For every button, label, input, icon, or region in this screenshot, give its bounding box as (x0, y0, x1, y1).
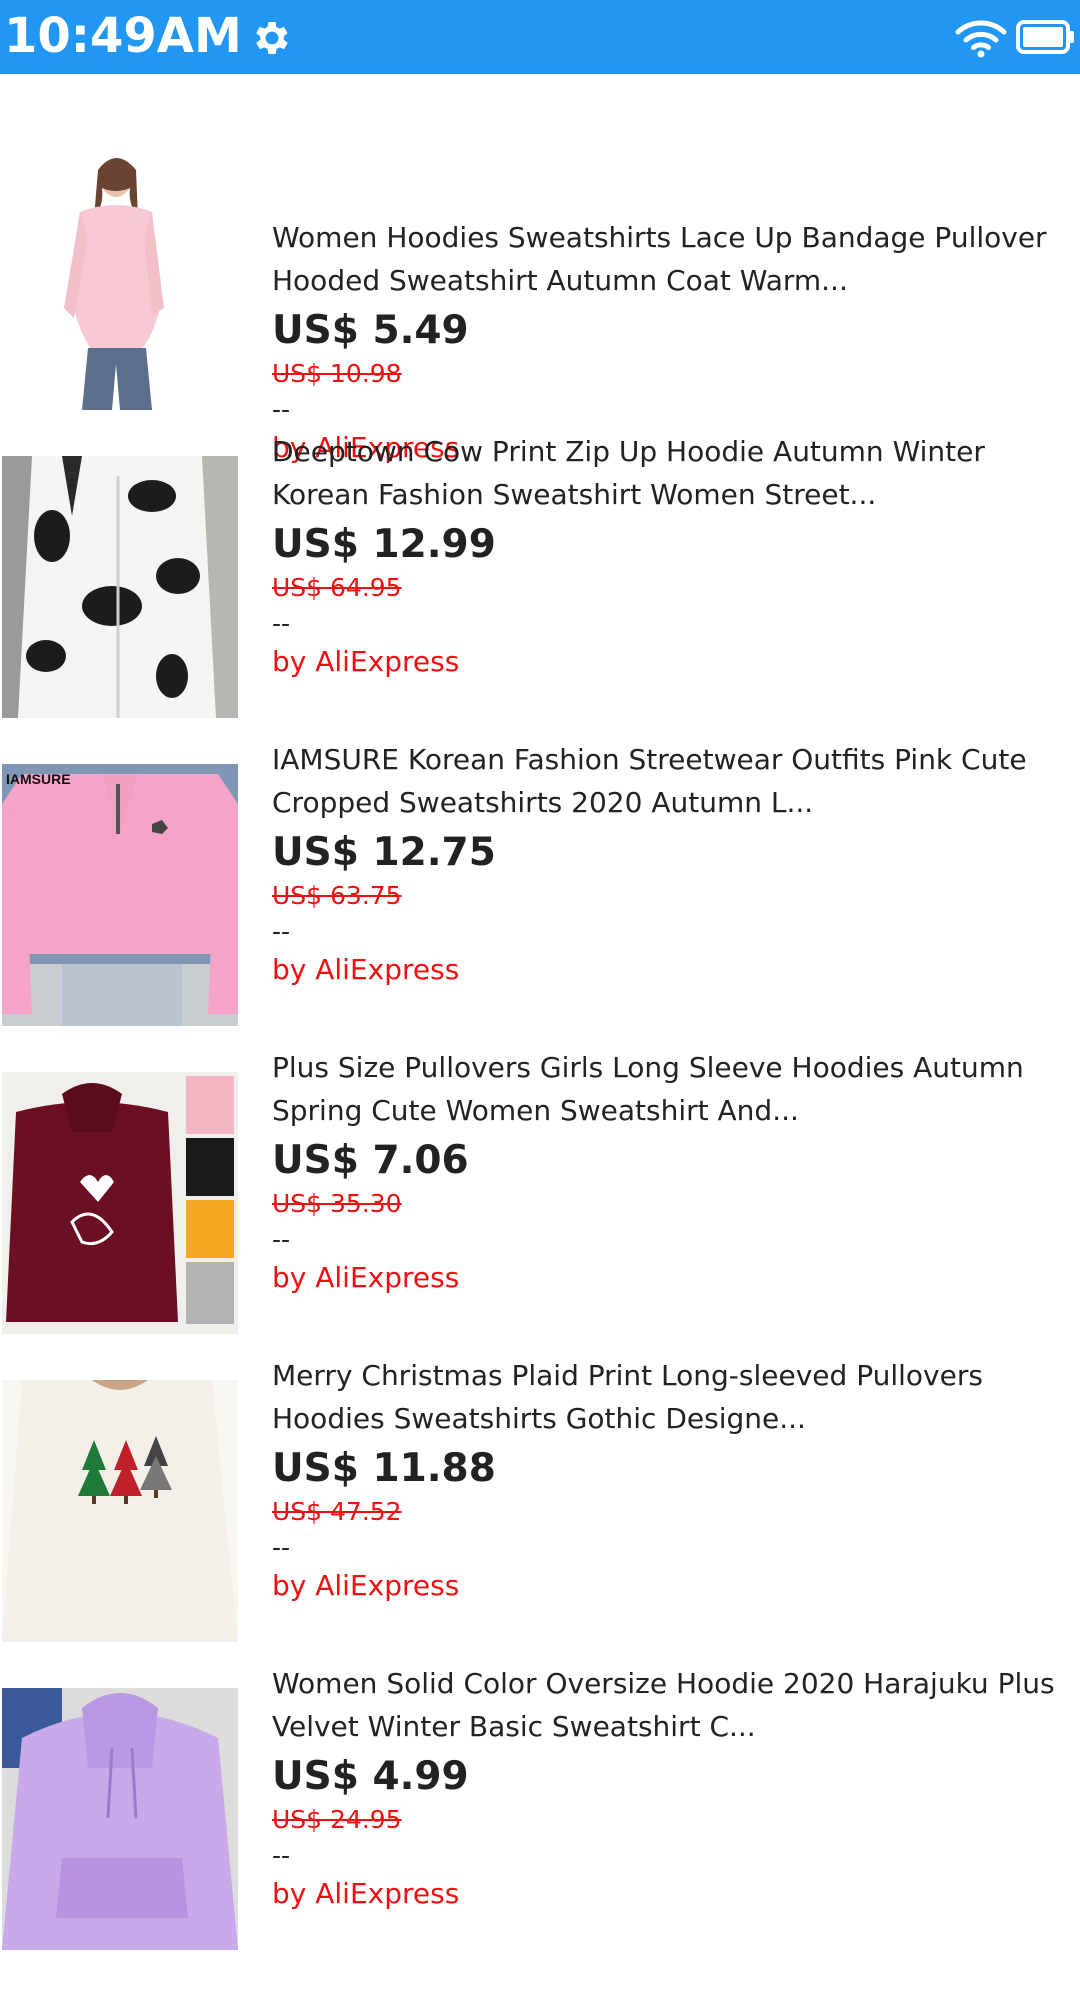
list-item[interactable]: Plus Size Pullovers Girls Long Sleeve Ho… (0, 1051, 1080, 1380)
product-rating: -- (272, 1225, 291, 1254)
product-image[interactable] (2, 1688, 238, 1950)
product-image[interactable] (2, 1380, 238, 1642)
product-original-price: US$ 35.30 (272, 1189, 402, 1218)
product-seller[interactable]: by AliExpress (272, 1568, 1078, 1604)
product-image[interactable] (2, 148, 238, 410)
product-image[interactable]: IAMSURE (2, 764, 238, 1026)
product-title[interactable]: IAMSURE Korean Fashion Streetwear Outfit… (272, 738, 1078, 824)
image-brand-text: IAMSURE (6, 771, 71, 787)
product-title[interactable]: Women Hoodies Sweatshirts Lace Up Bandag… (272, 216, 1078, 302)
product-rating: -- (272, 1533, 291, 1562)
pink-hoodie-photo (2, 148, 238, 410)
list-item[interactable]: Deeptown Cow Print Zip Up Hoodie Autumn … (0, 435, 1080, 764)
product-seller[interactable]: by AliExpress (272, 1876, 1078, 1912)
product-price: US$ 12.99 (272, 522, 496, 567)
burgundy-hoodie-photo (2, 1072, 238, 1334)
product-original-price: US$ 24.95 (272, 1805, 402, 1834)
product-image[interactable] (2, 456, 238, 718)
gear-icon (256, 22, 288, 54)
wifi-icon (955, 20, 1007, 58)
list-item[interactable]: IAMSURE IAMSURE Korean Fashion Streetwea… (0, 743, 1080, 1072)
status-time: 10:49AM (4, 8, 242, 64)
status-bar: 10:49AM (0, 0, 1080, 74)
product-original-price: US$ 64.95 (272, 573, 402, 602)
purple-hoodie-photo (2, 1688, 238, 1950)
pink-cropped-sweatshirt-photo: IAMSURE (2, 764, 238, 1026)
christmas-tree-sweatshirt-photo (2, 1380, 238, 1642)
product-rating: -- (272, 1841, 291, 1870)
product-price: US$ 12.75 (272, 830, 496, 875)
product-seller[interactable]: by AliExpress (272, 644, 1078, 680)
list-item[interactable]: Women Solid Color Oversize Hoodie 2020 H… (0, 1667, 1080, 1996)
list-item[interactable]: Women Hoodies Sweatshirts Lace Up Bandag… (0, 148, 1080, 464)
product-rating: -- (272, 609, 291, 638)
list-item[interactable]: Merry Christmas Plaid Print Long-sleeved… (0, 1359, 1080, 1688)
product-rating: -- (272, 917, 291, 946)
product-price: US$ 5.49 (272, 308, 469, 353)
product-original-price: US$ 10.98 (272, 359, 402, 388)
battery-icon (1016, 20, 1074, 54)
product-title[interactable]: Merry Christmas Plaid Print Long-sleeved… (272, 1354, 1078, 1440)
cow-print-hoodie-photo (2, 456, 238, 718)
product-original-price: US$ 47.52 (272, 1497, 402, 1526)
product-seller[interactable]: by AliExpress (272, 1260, 1078, 1296)
product-title[interactable]: Plus Size Pullovers Girls Long Sleeve Ho… (272, 1046, 1078, 1132)
product-image[interactable] (2, 1072, 238, 1334)
product-price: US$ 11.88 (272, 1446, 496, 1491)
product-price: US$ 4.99 (272, 1754, 469, 1799)
product-title[interactable]: Deeptown Cow Print Zip Up Hoodie Autumn … (272, 430, 1078, 516)
product-rating: -- (272, 395, 291, 424)
product-price: US$ 7.06 (272, 1138, 469, 1183)
product-title[interactable]: Women Solid Color Oversize Hoodie 2020 H… (272, 1662, 1078, 1748)
product-original-price: US$ 63.75 (272, 881, 402, 910)
product-seller[interactable]: by AliExpress (272, 952, 1078, 988)
